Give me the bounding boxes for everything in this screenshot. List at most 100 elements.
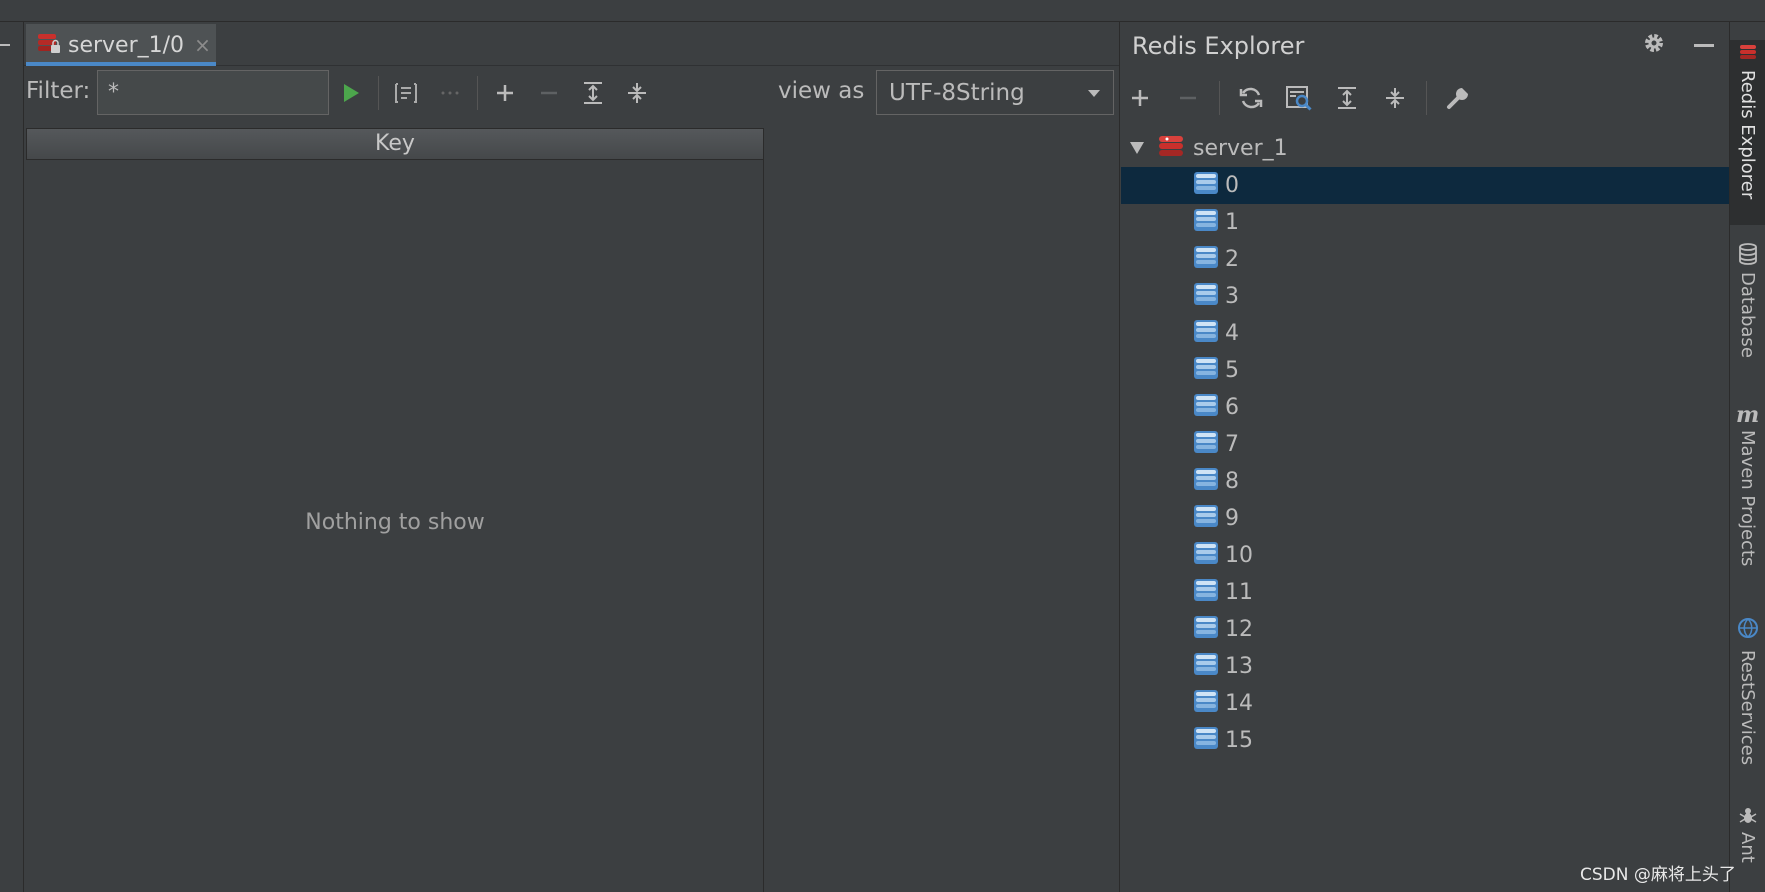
view-as-label: view as xyxy=(778,78,865,104)
refresh-icon[interactable] xyxy=(1234,81,1268,115)
watermark: CSDN @麻将上头了 xyxy=(1580,865,1736,885)
console-search-icon[interactable] xyxy=(1282,81,1316,115)
filter-label: Filter: xyxy=(26,78,91,104)
tool-redis-explorer[interactable]: Redis Explorer xyxy=(1737,70,1758,199)
key-toolbar xyxy=(334,70,654,115)
tree-db-node[interactable]: 2 xyxy=(1121,241,1729,278)
database-icon xyxy=(1193,170,1219,202)
database-icon xyxy=(1193,651,1219,683)
tree-db-node[interactable]: 0 xyxy=(1121,167,1729,204)
redis-lock-icon xyxy=(36,30,62,60)
view-as-select[interactable]: UTF-8String xyxy=(876,70,1114,115)
toolbar-separator xyxy=(378,75,379,110)
minimize-icon[interactable] xyxy=(1694,44,1714,47)
key-column-header[interactable]: Key xyxy=(26,128,764,160)
tree-db-node[interactable]: 7 xyxy=(1121,426,1729,463)
database-index: 9 xyxy=(1225,506,1239,531)
collapse-all-button[interactable] xyxy=(620,76,654,110)
database-index: 14 xyxy=(1225,691,1253,716)
chevron-down-icon xyxy=(1087,83,1101,102)
database-icon xyxy=(1193,688,1219,720)
remove-key-button[interactable] xyxy=(532,76,566,110)
run-filter-button[interactable] xyxy=(334,76,368,110)
gear-icon[interactable] xyxy=(1641,30,1667,60)
database-index: 5 xyxy=(1225,358,1239,383)
tree-db-node[interactable]: 15 xyxy=(1121,722,1729,759)
filter-input[interactable] xyxy=(97,70,329,115)
database-index: 1 xyxy=(1225,210,1239,235)
add-server-button[interactable] xyxy=(1123,81,1157,115)
tree-db-node[interactable]: 3 xyxy=(1121,278,1729,315)
database-index: 6 xyxy=(1225,395,1239,420)
database-index: 0 xyxy=(1225,173,1239,198)
explorer-toolbar xyxy=(1123,78,1475,118)
tool-maven-projects[interactable]: Maven Projects xyxy=(1737,430,1758,566)
tree-server-node[interactable]: server_1 xyxy=(1121,130,1729,167)
server-name: server_1 xyxy=(1193,136,1288,161)
database-icon xyxy=(1738,243,1758,269)
database-index: 11 xyxy=(1225,580,1253,605)
expand-all-button[interactable] xyxy=(1330,81,1364,115)
tree-db-node[interactable]: 6 xyxy=(1121,389,1729,426)
database-icon xyxy=(1193,244,1219,276)
database-icon xyxy=(1193,503,1219,535)
tree-db-node[interactable]: 14 xyxy=(1121,685,1729,722)
redis-server-icon xyxy=(1157,134,1187,164)
active-tab-indicator xyxy=(26,62,216,66)
left-tool-strip xyxy=(0,22,24,892)
tree-db-node[interactable]: 12 xyxy=(1121,611,1729,648)
database-index: 12 xyxy=(1225,617,1253,642)
database-icon xyxy=(1193,318,1219,350)
tree-db-node[interactable]: 8 xyxy=(1121,463,1729,500)
tool-rest-services[interactable]: RestServices xyxy=(1737,650,1758,765)
database-icon xyxy=(1193,466,1219,498)
tool-ant[interactable]: Ant xyxy=(1737,832,1758,863)
expand-all-button[interactable] xyxy=(576,76,610,110)
database-icon xyxy=(1193,429,1219,461)
tree-db-node[interactable]: 11 xyxy=(1121,574,1729,611)
tree-db-node[interactable]: 5 xyxy=(1121,352,1729,389)
database-icon xyxy=(1193,392,1219,424)
tree-db-node[interactable]: 4 xyxy=(1121,315,1729,352)
collapse-all-button[interactable] xyxy=(1378,81,1412,115)
group-keys-button[interactable] xyxy=(389,76,423,110)
tab-label: server_1/0 xyxy=(68,32,185,58)
tree-db-node[interactable]: 1 xyxy=(1121,204,1729,241)
tab-close-icon[interactable]: × xyxy=(194,33,211,57)
tool-database[interactable]: Database xyxy=(1737,272,1758,358)
value-panel xyxy=(764,128,1119,892)
tree-db-node[interactable]: 10 xyxy=(1121,537,1729,574)
tab-server-1-0[interactable]: server_1/0 × xyxy=(26,24,216,66)
server-tree: server_1 0 1 2 3 4 5 6 7 8 9 10 11 12 13 14 15 xyxy=(1121,130,1729,759)
add-key-button[interactable] xyxy=(488,76,522,110)
remove-server-button[interactable] xyxy=(1171,81,1205,115)
toolbar-separator xyxy=(1426,81,1427,115)
database-icon xyxy=(1193,355,1219,387)
database-index: 3 xyxy=(1225,284,1239,309)
tree-db-node[interactable]: 13 xyxy=(1121,648,1729,685)
database-index: 10 xyxy=(1225,543,1253,568)
tree-expand-icon[interactable] xyxy=(1129,136,1145,161)
more-options-icon[interactable] xyxy=(433,76,467,110)
database-icon xyxy=(1193,577,1219,609)
collapse-dash-icon[interactable] xyxy=(0,44,10,46)
ant-icon xyxy=(1738,805,1758,829)
database-icon xyxy=(1193,281,1219,313)
window-top-bar xyxy=(0,0,1765,22)
tree-db-node[interactable]: 9 xyxy=(1121,500,1729,537)
redis-tool-icon xyxy=(1738,42,1758,66)
database-index: 13 xyxy=(1225,654,1253,679)
database-icon xyxy=(1193,540,1219,572)
database-index: 8 xyxy=(1225,469,1239,494)
globe-icon xyxy=(1737,617,1759,643)
database-list: 0 1 2 3 4 5 6 7 8 9 10 11 12 13 14 15 xyxy=(1121,167,1729,759)
empty-state-text: Nothing to show xyxy=(305,510,485,535)
database-icon xyxy=(1193,725,1219,757)
database-index: 7 xyxy=(1225,432,1239,457)
maven-icon: m xyxy=(1736,402,1760,428)
toolbar-separator xyxy=(477,75,478,110)
database-index: 15 xyxy=(1225,728,1253,753)
database-index: 4 xyxy=(1225,321,1239,346)
database-index: 2 xyxy=(1225,247,1239,272)
wrench-icon[interactable] xyxy=(1441,81,1475,115)
